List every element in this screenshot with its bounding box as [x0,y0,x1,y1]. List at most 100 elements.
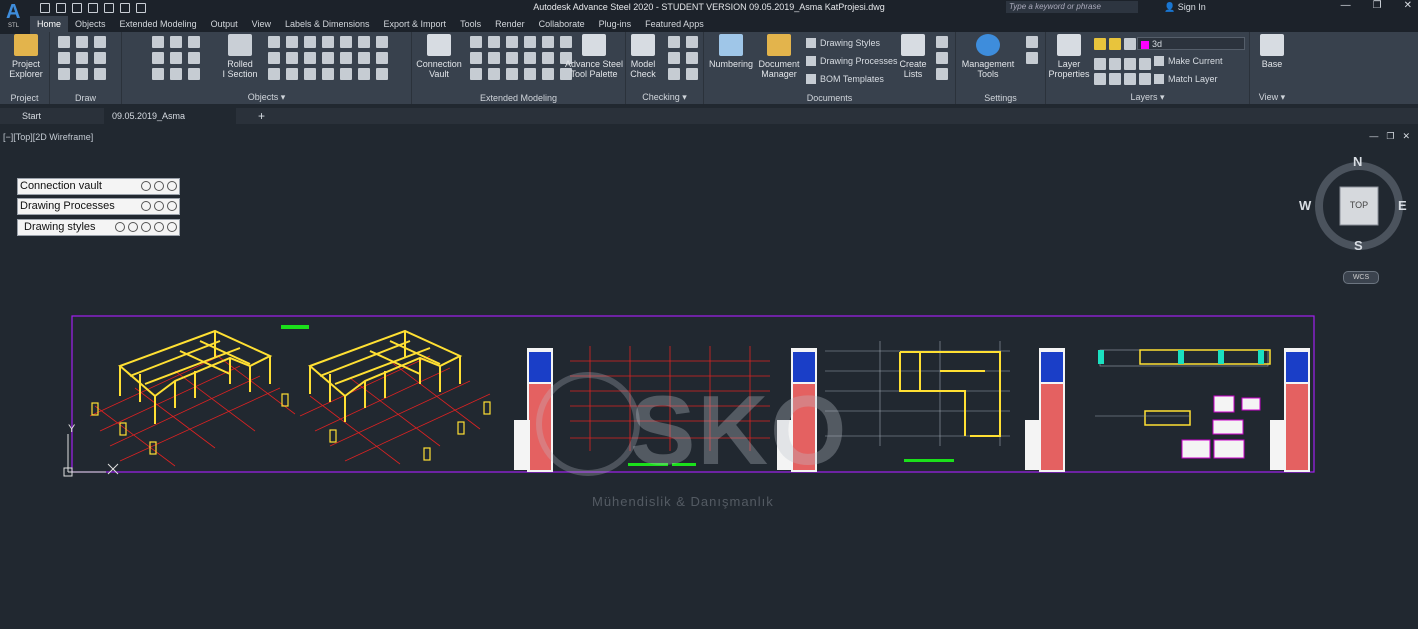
tool-icon[interactable] [286,68,298,80]
tab-labels-dimensions[interactable]: Labels & Dimensions [278,16,377,32]
tool-icon[interactable] [1124,73,1136,85]
tool-icon[interactable] [686,36,698,48]
tool-icon[interactable] [1109,58,1121,70]
layer-dropdown[interactable]: 3d [1137,37,1245,50]
tab-view[interactable]: View [245,16,278,32]
tool-icon[interactable] [358,68,370,80]
tool-icon[interactable] [936,68,948,80]
project-explorer-button[interactable]: Project Explorer [6,34,46,79]
hatch-icon[interactable] [94,68,106,80]
polyline-icon[interactable] [58,52,70,64]
column-icon[interactable] [188,52,200,64]
drawing-styles-button[interactable]: Drawing Styles [806,38,880,48]
tool-icon[interactable] [286,36,298,48]
tool-icon[interactable] [1094,73,1106,85]
lightbulb-icon[interactable] [1094,38,1106,50]
tool-icon[interactable] [1124,58,1136,70]
tool-icon[interactable] [936,36,948,48]
circle-icon[interactable] [94,36,106,48]
tab-plug-ins[interactable]: Plug-ins [592,16,639,32]
tool-icon[interactable] [542,36,554,48]
bolt-icon[interactable] [188,36,200,48]
tool-icon[interactable] [470,68,482,80]
tool-icon[interactable] [268,36,280,48]
tool-icon[interactable] [488,52,500,64]
tool-icon[interactable] [524,52,536,64]
tool-icon[interactable] [322,52,334,64]
tool-icon[interactable] [1109,73,1121,85]
grid-icon[interactable] [170,52,182,64]
ellipse-icon[interactable] [94,52,106,64]
application-menu-button[interactable]: A STL [0,0,30,34]
tool-icon[interactable] [1139,73,1151,85]
open-file-icon[interactable] [56,3,66,13]
compass-north[interactable]: N [1353,154,1362,169]
minimize-icon[interactable]: — [1341,0,1351,11]
compass-east[interactable]: E [1398,198,1407,213]
beam-icon[interactable] [152,36,164,48]
numbering-button[interactable]: Numbering [708,34,754,69]
tool-icon[interactable] [304,52,316,64]
tool-icon[interactable] [340,68,352,80]
tool-icon[interactable] [506,36,518,48]
compass-west[interactable]: W [1299,198,1311,213]
wcs-button[interactable]: WCS [1343,271,1379,284]
bom-templates-button[interactable]: BOM Templates [806,74,884,84]
tool-icon[interactable] [304,68,316,80]
tab-objects[interactable]: Objects [68,16,113,32]
rectangle-icon[interactable] [76,52,88,64]
connection-vault-button[interactable]: Connection Vault [416,34,462,79]
tool-icon[interactable] [376,68,388,80]
rolled-i-section-button[interactable]: Rolled I Section [222,34,258,79]
tool-icon[interactable] [358,36,370,48]
tool-icon[interactable] [322,36,334,48]
arc-icon[interactable] [76,36,88,48]
close-icon[interactable]: ✕ [1404,0,1412,11]
viewcube[interactable]: N S E W TOP [1299,154,1407,253]
anchor-icon[interactable] [152,68,164,80]
match-layer-button[interactable]: Match Layer [1154,74,1218,84]
tool-icon[interactable] [668,68,680,80]
tool-icon[interactable] [1026,52,1038,64]
tab-output[interactable]: Output [204,16,245,32]
compass-south[interactable]: S [1354,238,1363,253]
tool-icon[interactable] [542,52,554,64]
layer-properties-button[interactable]: Layer Properties [1048,34,1090,79]
new-file-icon[interactable] [40,3,50,13]
lock-icon[interactable] [1124,38,1136,50]
tool-icon[interactable] [340,36,352,48]
tab-extended-modeling[interactable]: Extended Modeling [113,16,204,32]
tool-icon[interactable] [358,52,370,64]
model-check-button[interactable]: Model Check [628,34,658,79]
tab-featured-apps[interactable]: Featured Apps [638,16,711,32]
tool-icon[interactable] [488,68,500,80]
tool-icon[interactable] [668,36,680,48]
tool-icon[interactable] [506,68,518,80]
plate-icon[interactable] [170,36,182,48]
save-as-icon[interactable] [88,3,98,13]
frame-icon[interactable] [170,68,182,80]
tool-icon[interactable] [304,36,316,48]
create-lists-button[interactable]: Create Lists [898,34,928,79]
print-icon[interactable] [104,3,114,13]
save-icon[interactable] [72,3,82,13]
tool-icon[interactable] [322,68,334,80]
tool-icon[interactable] [506,52,518,64]
tool-icon[interactable] [286,52,298,64]
tool-icon[interactable] [686,68,698,80]
tool-icon[interactable] [376,36,388,48]
sun-icon[interactable] [1109,38,1121,50]
tab-tools[interactable]: Tools [453,16,488,32]
tool-icon[interactable] [268,68,280,80]
tool-palette-button[interactable]: Advance Steel Tool Palette [564,34,624,79]
tool-icon[interactable] [1139,58,1151,70]
search-input[interactable]: Type a keyword or phrase [1006,1,1138,13]
restore-icon[interactable]: ❐ [1373,0,1382,11]
drawing-processes-button[interactable]: Drawing Processes [806,56,898,66]
tab-export-import[interactable]: Export & Import [377,16,454,32]
tab-collaborate[interactable]: Collaborate [532,16,592,32]
new-tab-button[interactable]: + [250,108,273,124]
tool-icon[interactable] [1026,36,1038,48]
undo-icon[interactable] [120,3,130,13]
tool-icon[interactable] [1094,58,1106,70]
